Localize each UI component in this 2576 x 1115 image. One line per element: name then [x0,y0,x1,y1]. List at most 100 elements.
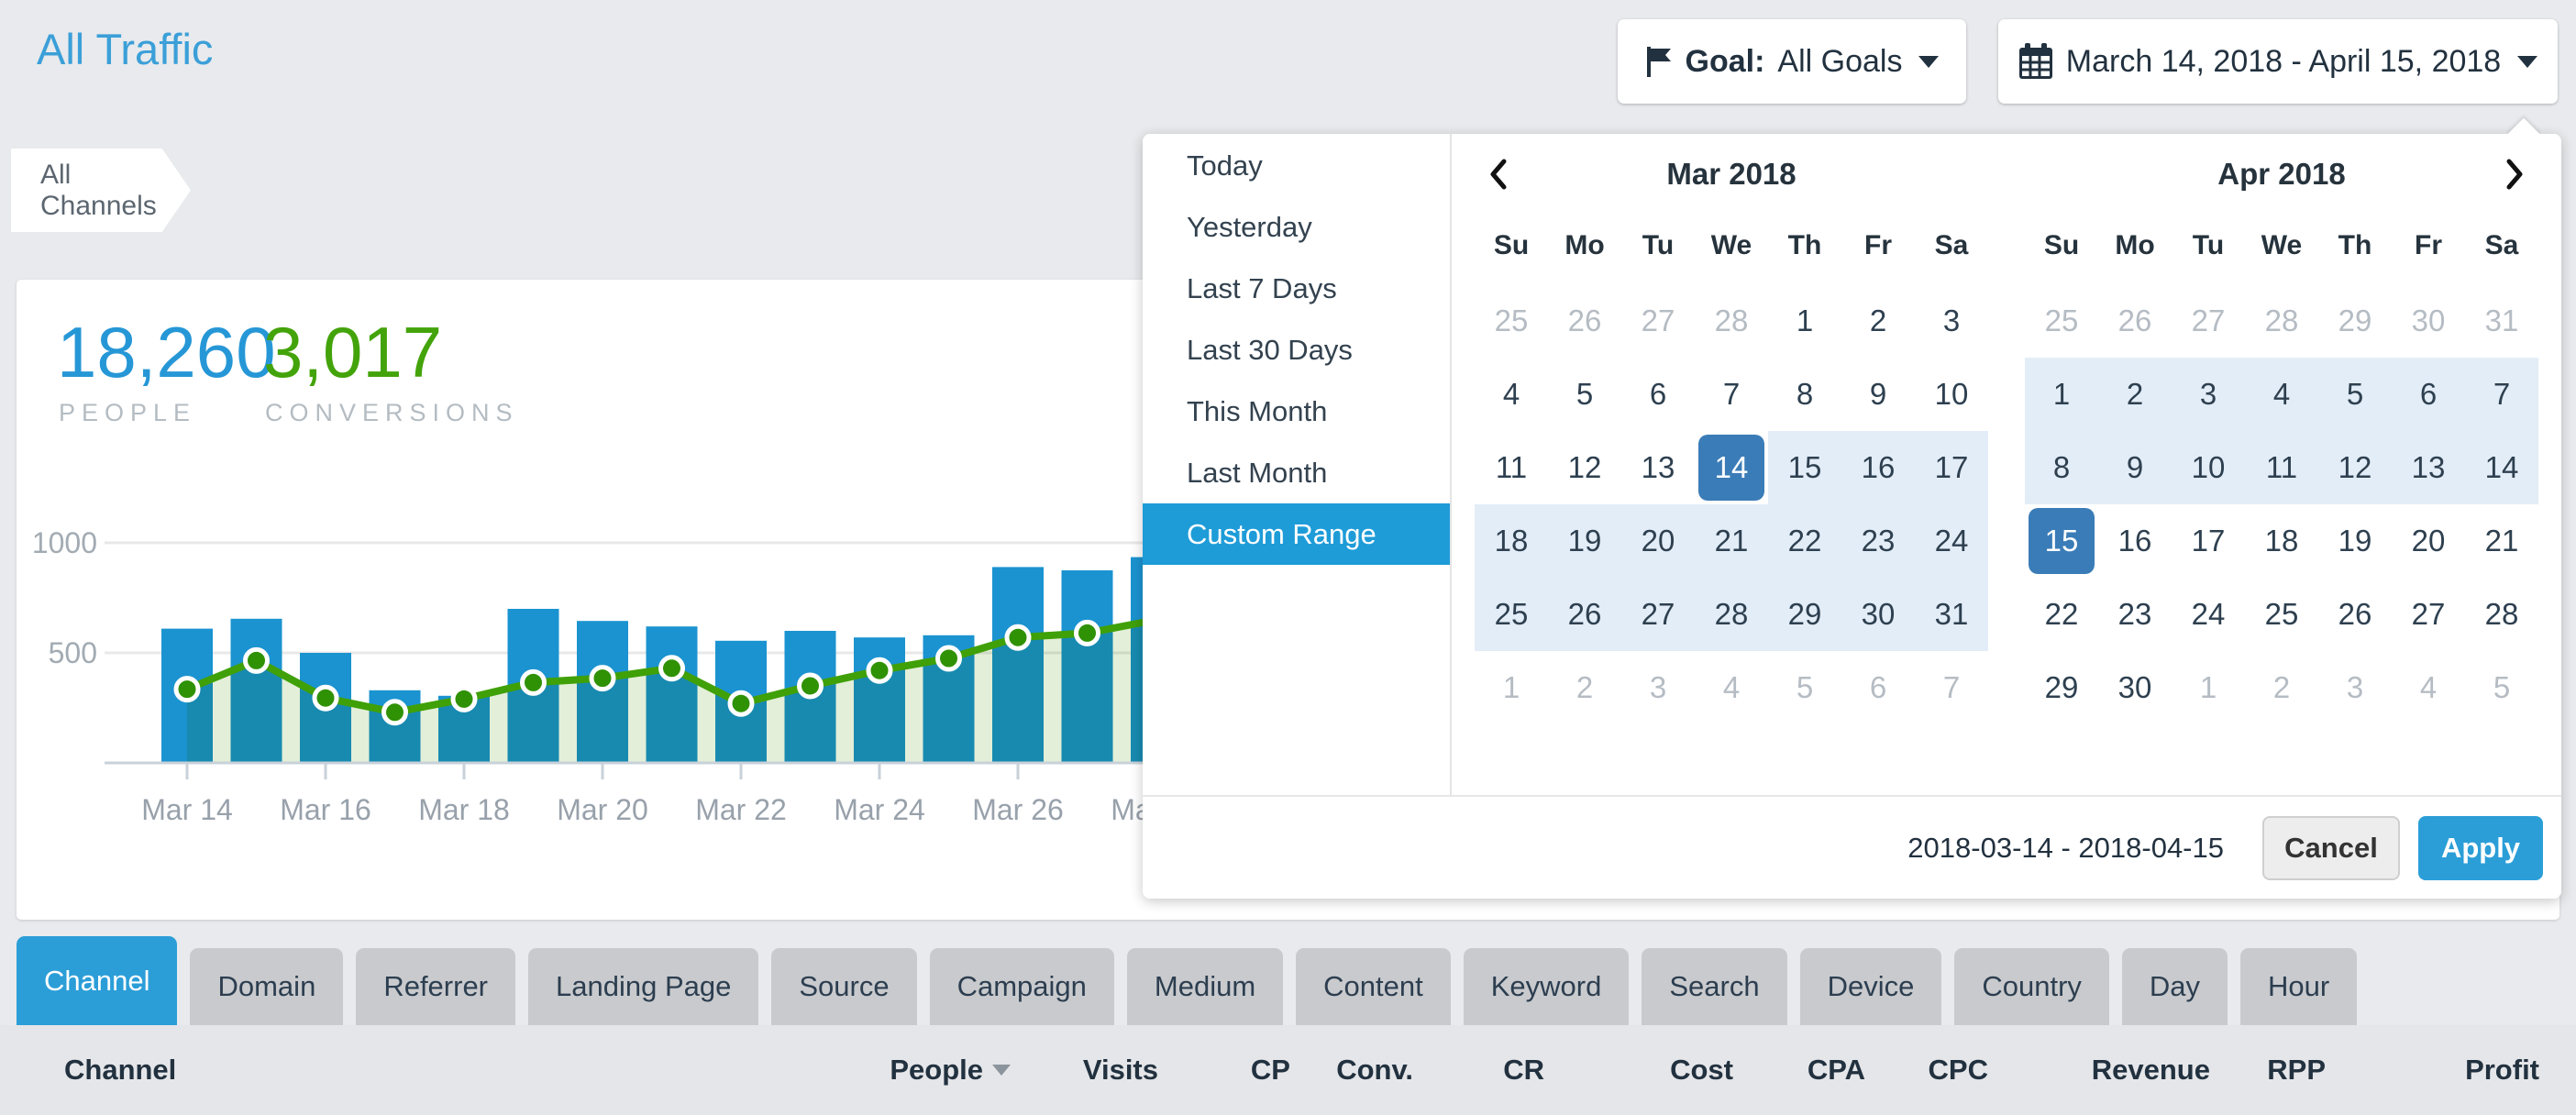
day-cell[interactable]: 2 [1548,651,1621,724]
day-cell[interactable]: 10 [2172,431,2245,504]
day-cell[interactable]: 25 [1475,578,1548,651]
column-header-cr[interactable]: CR [1413,1054,1544,1087]
tab-campaign[interactable]: Campaign [930,948,1114,1025]
column-header-rpp[interactable]: RPP [2210,1054,2326,1087]
day-cell[interactable]: 7 [1915,651,1988,724]
day-cell[interactable]: 30 [2392,284,2465,358]
day-cell[interactable]: 24 [2172,578,2245,651]
day-cell[interactable]: 4 [2392,651,2465,724]
preset-yesterday[interactable]: Yesterday [1143,196,1450,258]
day-cell[interactable]: 4 [1475,358,1548,431]
day-cell[interactable]: 23 [2098,578,2172,651]
day-cell[interactable]: 24 [1915,504,1988,578]
tab-content[interactable]: Content [1296,948,1451,1025]
day-cell[interactable]: 29 [1768,578,1841,651]
day-cell[interactable]: 14 [2465,431,2538,504]
tab-device[interactable]: Device [1800,948,1942,1025]
column-header-people[interactable]: People [836,1054,1011,1087]
preset-today[interactable]: Today [1143,135,1450,196]
day-cell[interactable]: 29 [2318,284,2392,358]
column-header-cp[interactable]: CP [1158,1054,1290,1087]
day-cell[interactable]: 1 [2172,651,2245,724]
tab-keyword[interactable]: Keyword [1464,948,1630,1025]
day-cell[interactable]: 13 [2392,431,2465,504]
column-header-conv-[interactable]: Conv. [1290,1054,1413,1087]
tab-medium[interactable]: Medium [1127,948,1283,1025]
day-cell[interactable]: 26 [2318,578,2392,651]
day-cell[interactable]: 16 [1841,431,1915,504]
day-cell[interactable]: 28 [1695,578,1768,651]
day-cell[interactable]: 27 [2392,578,2465,651]
day-cell[interactable]: 31 [1915,578,1988,651]
day-cell[interactable]: 25 [1475,284,1548,358]
tab-day[interactable]: Day [2122,948,2228,1025]
date-range-button[interactable]: March 14, 2018 - April 15, 2018 [1998,19,2558,104]
day-cell[interactable]: 30 [2098,651,2172,724]
day-cell[interactable]: 2 [2098,358,2172,431]
day-cell[interactable]: 27 [1621,284,1695,358]
day-cell[interactable]: 6 [1621,358,1695,431]
day-cell[interactable]: 2 [1841,284,1915,358]
day-cell[interactable]: 27 [2172,284,2245,358]
day-cell[interactable]: 5 [1548,358,1621,431]
day-cell[interactable]: 3 [1621,651,1695,724]
column-header-profit[interactable]: Profit [2326,1054,2539,1087]
day-cell[interactable]: 21 [1695,504,1768,578]
day-cell[interactable]: 7 [2465,358,2538,431]
day-cell[interactable]: 25 [2025,284,2098,358]
goal-dropdown-button[interactable]: Goal: All Goals [1618,19,1966,104]
day-cell[interactable]: 12 [1548,431,1621,504]
day-cell[interactable]: 23 [1841,504,1915,578]
tab-search[interactable]: Search [1642,948,1786,1025]
day-cell[interactable]: 4 [2245,358,2318,431]
day-cell[interactable]: 18 [2245,504,2318,578]
day-cell[interactable]: 5 [2318,358,2392,431]
chevron-right-icon[interactable] [2494,154,2535,194]
day-cell[interactable]: 8 [2025,431,2098,504]
day-cell[interactable]: 28 [1695,284,1768,358]
cancel-button[interactable]: Cancel [2262,816,2400,880]
day-cell[interactable]: 10 [1915,358,1988,431]
day-cell[interactable]: 31 [2465,284,2538,358]
day-cell[interactable]: 19 [1548,504,1621,578]
day-cell[interactable]: 21 [2465,504,2538,578]
day-cell[interactable]: 1 [2025,358,2098,431]
preset-last-month[interactable]: Last Month [1143,442,1450,503]
day-cell[interactable]: 5 [2465,651,2538,724]
day-cell[interactable]: 11 [2245,431,2318,504]
column-header-revenue[interactable]: Revenue [1988,1054,2210,1087]
preset-this-month[interactable]: This Month [1143,381,1450,442]
day-cell[interactable]: 16 [2098,504,2172,578]
day-cell-selected[interactable]: 14 [1695,431,1768,504]
day-cell[interactable]: 19 [2318,504,2392,578]
day-cell[interactable]: 12 [2318,431,2392,504]
day-cell[interactable]: 15 [1768,431,1841,504]
day-cell[interactable]: 29 [2025,651,2098,724]
breadcrumb[interactable]: All Channels [11,149,191,232]
day-cell[interactable]: 9 [2098,431,2172,504]
day-cell[interactable]: 22 [1768,504,1841,578]
day-cell[interactable]: 26 [1548,284,1621,358]
day-cell[interactable]: 13 [1621,431,1695,504]
day-cell[interactable]: 3 [2318,651,2392,724]
tab-referrer[interactable]: Referrer [356,948,515,1025]
tab-country[interactable]: Country [1954,948,2109,1025]
day-cell[interactable]: 3 [1915,284,1988,358]
day-cell[interactable]: 3 [2172,358,2245,431]
column-header-cpa[interactable]: CPA [1733,1054,1865,1087]
tab-channel[interactable]: Channel [17,936,177,1025]
day-cell[interactable]: 22 [2025,578,2098,651]
day-cell[interactable]: 7 [1695,358,1768,431]
chevron-left-icon[interactable] [1478,154,1519,194]
day-cell[interactable]: 5 [1768,651,1841,724]
day-cell[interactable]: 28 [2465,578,2538,651]
tab-source[interactable]: Source [771,948,916,1025]
preset-last-7-days[interactable]: Last 7 Days [1143,258,1450,319]
day-cell[interactable]: 17 [1915,431,1988,504]
column-header-cpc[interactable]: CPC [1865,1054,1988,1087]
day-cell[interactable]: 17 [2172,504,2245,578]
day-cell[interactable]: 8 [1768,358,1841,431]
day-cell[interactable]: 20 [1621,504,1695,578]
day-cell[interactable]: 27 [1621,578,1695,651]
day-cell[interactable]: 26 [2098,284,2172,358]
